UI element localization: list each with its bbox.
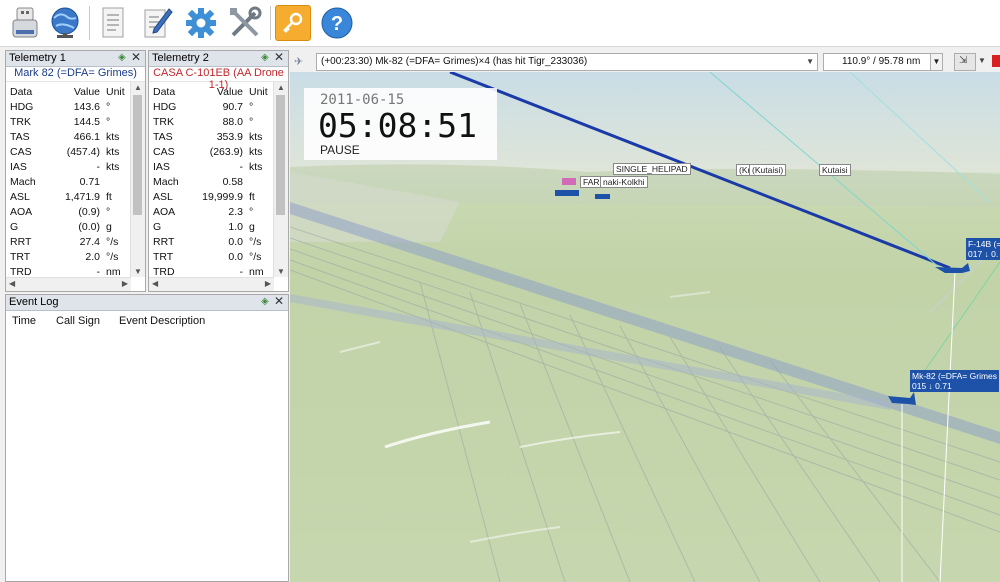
- column-header-event-description[interactable]: Event Description: [119, 315, 205, 327]
- kutaisi-label-c[interactable]: Kutaisi: [819, 164, 851, 176]
- pin-icon[interactable]: ◈: [118, 52, 129, 64]
- event-log-panel: Event Log ◈ ✕ Time Call Sign Event Descr…: [5, 294, 289, 582]
- telemetry-2-object: CASA C-101EB (AA Drone 1-1): [149, 67, 288, 91]
- mk82-tag-name: Mk-82 (=DFA= Grimes: [912, 371, 998, 381]
- telemetry-value-cell: (0.9): [78, 206, 100, 218]
- telemetry-value-cell: 144.5: [73, 116, 100, 128]
- telemetry-value-cell: 1,471.9: [64, 191, 100, 203]
- column-header-value: Value: [73, 86, 100, 98]
- telemetry-value-cell: 143.6: [73, 101, 100, 113]
- telemetry-value-cell: 1.0: [228, 221, 243, 233]
- vertical-scrollbar[interactable]: ▲ ▼: [130, 82, 145, 277]
- telemetry-value-cell: 90.7: [222, 101, 243, 113]
- column-header-time[interactable]: Time: [12, 315, 36, 327]
- pin-icon[interactable]: ◈: [261, 296, 272, 308]
- telemetry-1-header: Telemetry 1 ◈ ✕: [6, 51, 145, 67]
- svg-text:?: ?: [331, 13, 343, 35]
- kutaisi-label-b[interactable]: (Kutaisi): [749, 164, 787, 176]
- gear-icon[interactable]: [182, 4, 220, 42]
- chevron-down-icon[interactable]: ▼: [978, 56, 986, 65]
- telemetry-value-cell: 19,999.9: [202, 191, 243, 203]
- 3d-viewport[interactable]: 2011-06-15 05:08:51 PAUSE SINGLE_HELIPAD…: [290, 72, 1000, 582]
- event-select[interactable]: (+00:23:30) Mk-82 (=DFA= Grimes)×4 (has …: [316, 53, 818, 71]
- close-icon[interactable]: ✕: [274, 51, 285, 64]
- telemetry-value-cell: 0.0: [228, 251, 243, 263]
- event-select-value: (+00:23:30) Mk-82 (=DFA= Grimes)×4 (has …: [321, 56, 588, 67]
- f14-tag[interactable]: F-14B (= 017 ↓ 0.: [966, 238, 1000, 260]
- horizontal-scrollbar[interactable]: ◀ ▶: [6, 277, 131, 291]
- pin-icon[interactable]: ◈: [261, 52, 272, 64]
- bearing-range-select[interactable]: 110.9° / 95.78 nm ▼: [823, 53, 943, 71]
- telemetry-2-header: Telemetry 2 ◈ ✕: [149, 51, 288, 67]
- telemetry-value-cell: -: [239, 161, 244, 173]
- telemetry-value-cell: (0.0): [78, 221, 100, 233]
- viewer-topbar: ✈ (+00:23:30) Mk-82 (=DFA= Grimes)×4 (ha…: [290, 50, 1000, 72]
- telemetry-value-cell: 0.0: [228, 236, 243, 248]
- mk82-tag[interactable]: Mk-82 (=DFA= Grimes 015 ↓ 0.71: [910, 370, 1000, 392]
- telemetry-value-cell: 88.0: [222, 116, 243, 128]
- panel-title: Telemetry 1: [9, 52, 66, 64]
- telemetry-value-cell: 2.3: [228, 206, 243, 218]
- helipad-label[interactable]: SINGLE_HELIPAD: [613, 163, 691, 175]
- panel-title: Event Log: [9, 296, 59, 308]
- camera-icon: ⇲: [959, 55, 968, 66]
- vertical-scrollbar[interactable]: ▲ ▼: [273, 82, 288, 277]
- telemetry-value-cell: 0.71: [79, 176, 100, 188]
- close-icon[interactable]: ✕: [131, 51, 142, 64]
- horizontal-scrollbar[interactable]: ◀ ▶: [149, 277, 274, 291]
- record-icon[interactable]: [992, 55, 1000, 67]
- telemetry-1-object: Mark 82 (=DFA= Grimes): [6, 67, 145, 82]
- event-log-header: Event Log ◈ ✕: [6, 295, 288, 311]
- telemetry-value-cell: (263.9): [209, 146, 243, 158]
- f14-tag-data: 017 ↓ 0.: [968, 249, 999, 259]
- telemetry-value-cell: -: [96, 161, 101, 173]
- telemetry-value-cell: 353.9: [216, 131, 243, 143]
- help-icon[interactable]: ?: [318, 4, 356, 42]
- toolbar-separator: [270, 6, 271, 40]
- chevron-down-icon[interactable]: ▼: [806, 54, 814, 70]
- main-toolbar: ?: [0, 0, 1000, 47]
- close-icon[interactable]: ✕: [274, 295, 285, 308]
- telemetry-value-cell: 27.4: [79, 236, 100, 248]
- telemetry-2-panel: Telemetry 2 ◈ ✕ CASA C-101EB (AA Drone 1…: [148, 50, 289, 292]
- panel-title: Telemetry 2: [152, 52, 209, 64]
- telemetry-value-cell: 466.1: [73, 131, 100, 143]
- key-icon[interactable]: [275, 5, 311, 41]
- plane-icon: ✈: [294, 56, 304, 68]
- camera-mode-button[interactable]: ⇲: [954, 53, 976, 71]
- f14-tag-name: F-14B (=: [968, 239, 1000, 249]
- telemetry-value-cell: (457.4): [66, 146, 100, 158]
- mk82-tag-data: 015 ↓ 0.71: [912, 381, 952, 391]
- chevron-down-icon[interactable]: ▼: [930, 54, 942, 70]
- hud-state: PAUSE: [320, 143, 360, 157]
- scrollbar-thumb[interactable]: [133, 95, 142, 215]
- time-hud: 2011-06-15 05:08:51 PAUSE: [304, 88, 497, 160]
- telemetry-value-cell: 2.0: [85, 251, 100, 263]
- hud-time: 05:08:51: [318, 106, 477, 145]
- edit-icon[interactable]: [139, 4, 177, 42]
- kolkhi-label[interactable]: naki-Kolkhi: [600, 176, 648, 188]
- toolbar-separator: [89, 6, 90, 40]
- tools-icon[interactable]: [226, 4, 264, 42]
- telemetry-value-cell: 0.58: [222, 176, 243, 188]
- column-header-call-sign[interactable]: Call Sign: [56, 315, 100, 327]
- document-icon[interactable]: [94, 4, 132, 42]
- scrollbar-thumb[interactable]: [276, 95, 285, 215]
- telemetry-1-panel: Telemetry 1 ◈ ✕ Mark 82 (=DFA= Grimes) D…: [5, 50, 146, 292]
- globe-icon[interactable]: [46, 4, 84, 42]
- bearing-range-value: 110.9° / 95.78 nm: [842, 56, 921, 67]
- column-header-value: Value: [216, 86, 243, 98]
- usb-drive-icon[interactable]: [6, 4, 44, 42]
